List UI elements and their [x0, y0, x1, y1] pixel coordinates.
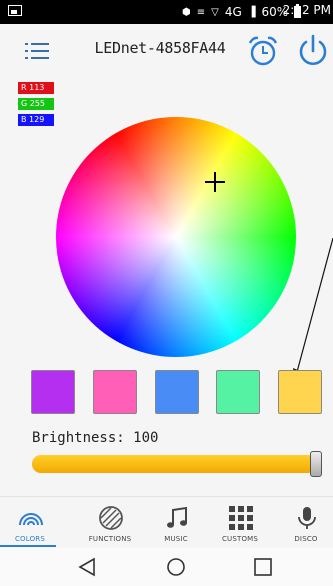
brightness-slider-fill — [32, 455, 316, 473]
vibrate-icon: ≡ — [196, 6, 206, 18]
music-note-icon — [167, 506, 187, 528]
active-tab-indicator — [0, 545, 56, 547]
red-value-badge: R 113 — [18, 82, 54, 94]
tab-functions-label: FUNCTIONS — [88, 535, 132, 543]
signal-icon: ▐ — [247, 6, 256, 18]
wifi-icon: ▽ — [211, 6, 219, 18]
tab-functions[interactable]: FUNCTIONS — [80, 497, 140, 549]
green-value-badge: G 255 — [18, 98, 54, 110]
color-swatch-5[interactable] — [278, 370, 322, 414]
alarm-clock-icon[interactable] — [246, 34, 280, 68]
system-navigation-bar — [0, 548, 333, 586]
color-swatch-2[interactable] — [93, 370, 137, 414]
tab-customs-label: CUSTOMS — [221, 535, 259, 543]
menu-icon[interactable] — [25, 41, 49, 61]
device-title: LEDnet-4858FA44 — [94, 39, 226, 57]
brightness-label: Brightness: 100 — [32, 430, 159, 446]
tab-colors-label: COLORS — [14, 535, 46, 543]
brightness-slider[interactable] — [32, 451, 322, 477]
color-wheel-gradient[interactable] — [56, 117, 296, 357]
tab-customs[interactable]: CUSTOMS — [210, 497, 270, 549]
microphone-icon — [298, 507, 316, 529]
status-bar: ⬢ ≡ ▽ 4G ▐ 60% 2:12 PM — [0, 0, 333, 24]
color-wheel[interactable] — [56, 117, 296, 357]
striped-circle-icon — [99, 506, 123, 530]
gallery-notification-icon — [8, 5, 22, 16]
tab-disco-label: DISCO — [294, 535, 318, 543]
app-header: LEDnet-4858FA44 — [0, 24, 333, 80]
grid-icon — [229, 506, 253, 530]
blue-value-badge: B 129 — [18, 114, 54, 126]
bottom-nav: COLORS FUNCTIONS MUSIC CUSTOMS DISCO — [0, 496, 333, 548]
power-icon[interactable] — [296, 32, 330, 68]
color-swatch-3[interactable] — [155, 370, 199, 414]
rainbow-icon — [19, 513, 43, 526]
network-type: 4G — [224, 5, 242, 19]
tab-disco[interactable]: DISCO — [276, 497, 333, 549]
back-icon[interactable] — [76, 556, 98, 578]
color-swatch-1[interactable] — [31, 370, 75, 414]
brightness-slider-thumb[interactable] — [310, 451, 322, 477]
tab-colors[interactable]: COLORS — [0, 497, 60, 549]
tab-music-label: MUSIC — [164, 535, 188, 543]
crosshair-icon[interactable] — [205, 172, 225, 192]
recent-apps-icon[interactable] — [252, 556, 274, 578]
tab-music[interactable]: MUSIC — [146, 497, 206, 549]
home-icon[interactable] — [165, 556, 187, 578]
bluetooth-icon: ⬢ — [182, 6, 191, 18]
clock: 2:12 PM — [282, 3, 331, 17]
color-swatch-4[interactable] — [216, 370, 260, 414]
